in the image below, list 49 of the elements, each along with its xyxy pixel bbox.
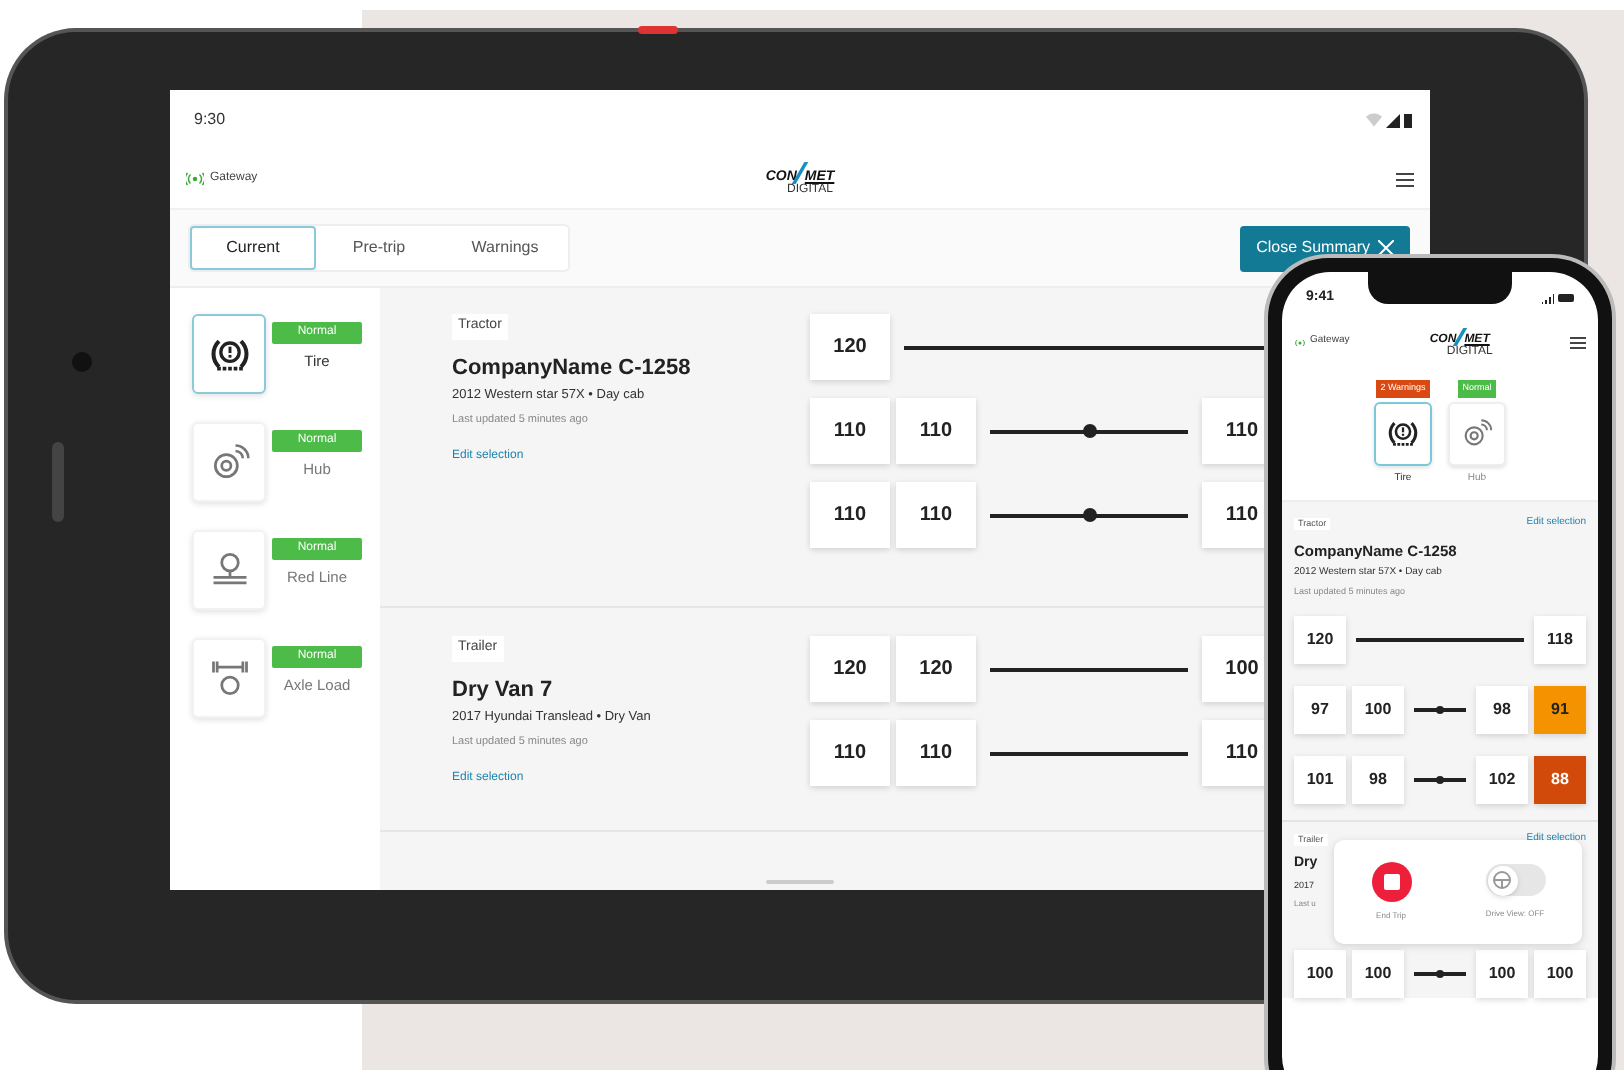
pressure-value: 110 [896,720,976,786]
menu-icon[interactable] [1396,171,1414,187]
pressure-value: 120 [810,636,890,702]
tab[interactable]: Warnings [442,226,568,270]
end-trip-button[interactable] [1371,862,1411,903]
pressure-value: 88 [1534,756,1586,805]
pressure-value: 110 [810,720,890,786]
pressure-value: 120 [896,636,976,702]
tire-pressure-icon [1386,416,1420,451]
pressure-value: 98 [1352,756,1404,805]
pressure-value: 120 [810,314,890,380]
pressure-value: 100 [1352,686,1404,735]
signal-icon [1386,113,1400,127]
pressure-value: 100 [1476,950,1528,998]
tab[interactable]: Current [190,226,316,270]
pressure-value: 110 [810,398,890,464]
phone-notch [1368,272,1512,304]
pressure-value: 120 [1294,616,1346,665]
battery-icon [1404,112,1412,128]
signal-icon [1542,293,1554,303]
menu-icon[interactable] [1569,335,1586,349]
axle-load-icon [207,656,251,700]
drive-view-toggle[interactable] [1485,864,1545,897]
stop-icon [1383,874,1399,891]
pressure-value: 100 [1294,950,1346,998]
pressure-value: 101 [1294,756,1346,805]
signal-waves-icon [186,172,204,186]
vehicle-name: CompanyName C-1258 [452,353,691,383]
sensor-card[interactable] [192,314,266,394]
close-icon [1378,240,1394,256]
vehicle-name: Dry Van 7 [452,675,553,705]
pressure-value: 110 [896,482,976,548]
pressure-value: 98 [1476,686,1528,735]
pressure-value: 102 [1476,756,1528,805]
pressure-value: 118 [1534,616,1586,665]
steering-wheel-icon [1492,870,1512,891]
hub-signal-icon [1460,416,1494,451]
pressure-value: 91 [1534,686,1586,735]
pressure-value: 110 [810,482,890,548]
pressure-value: 100 [1352,950,1404,998]
signal-waves-icon [1294,337,1306,347]
battery-icon [1558,294,1574,302]
sensor-card[interactable] [1374,401,1432,466]
wifi-icon [1366,112,1382,128]
pressure-value: 110 [896,398,976,464]
pressure-value: 97 [1294,686,1346,735]
pressure-value: 100 [1534,950,1586,998]
tab[interactable]: Pre-trip [316,226,442,270]
status-time: 9:30 [194,108,226,132]
